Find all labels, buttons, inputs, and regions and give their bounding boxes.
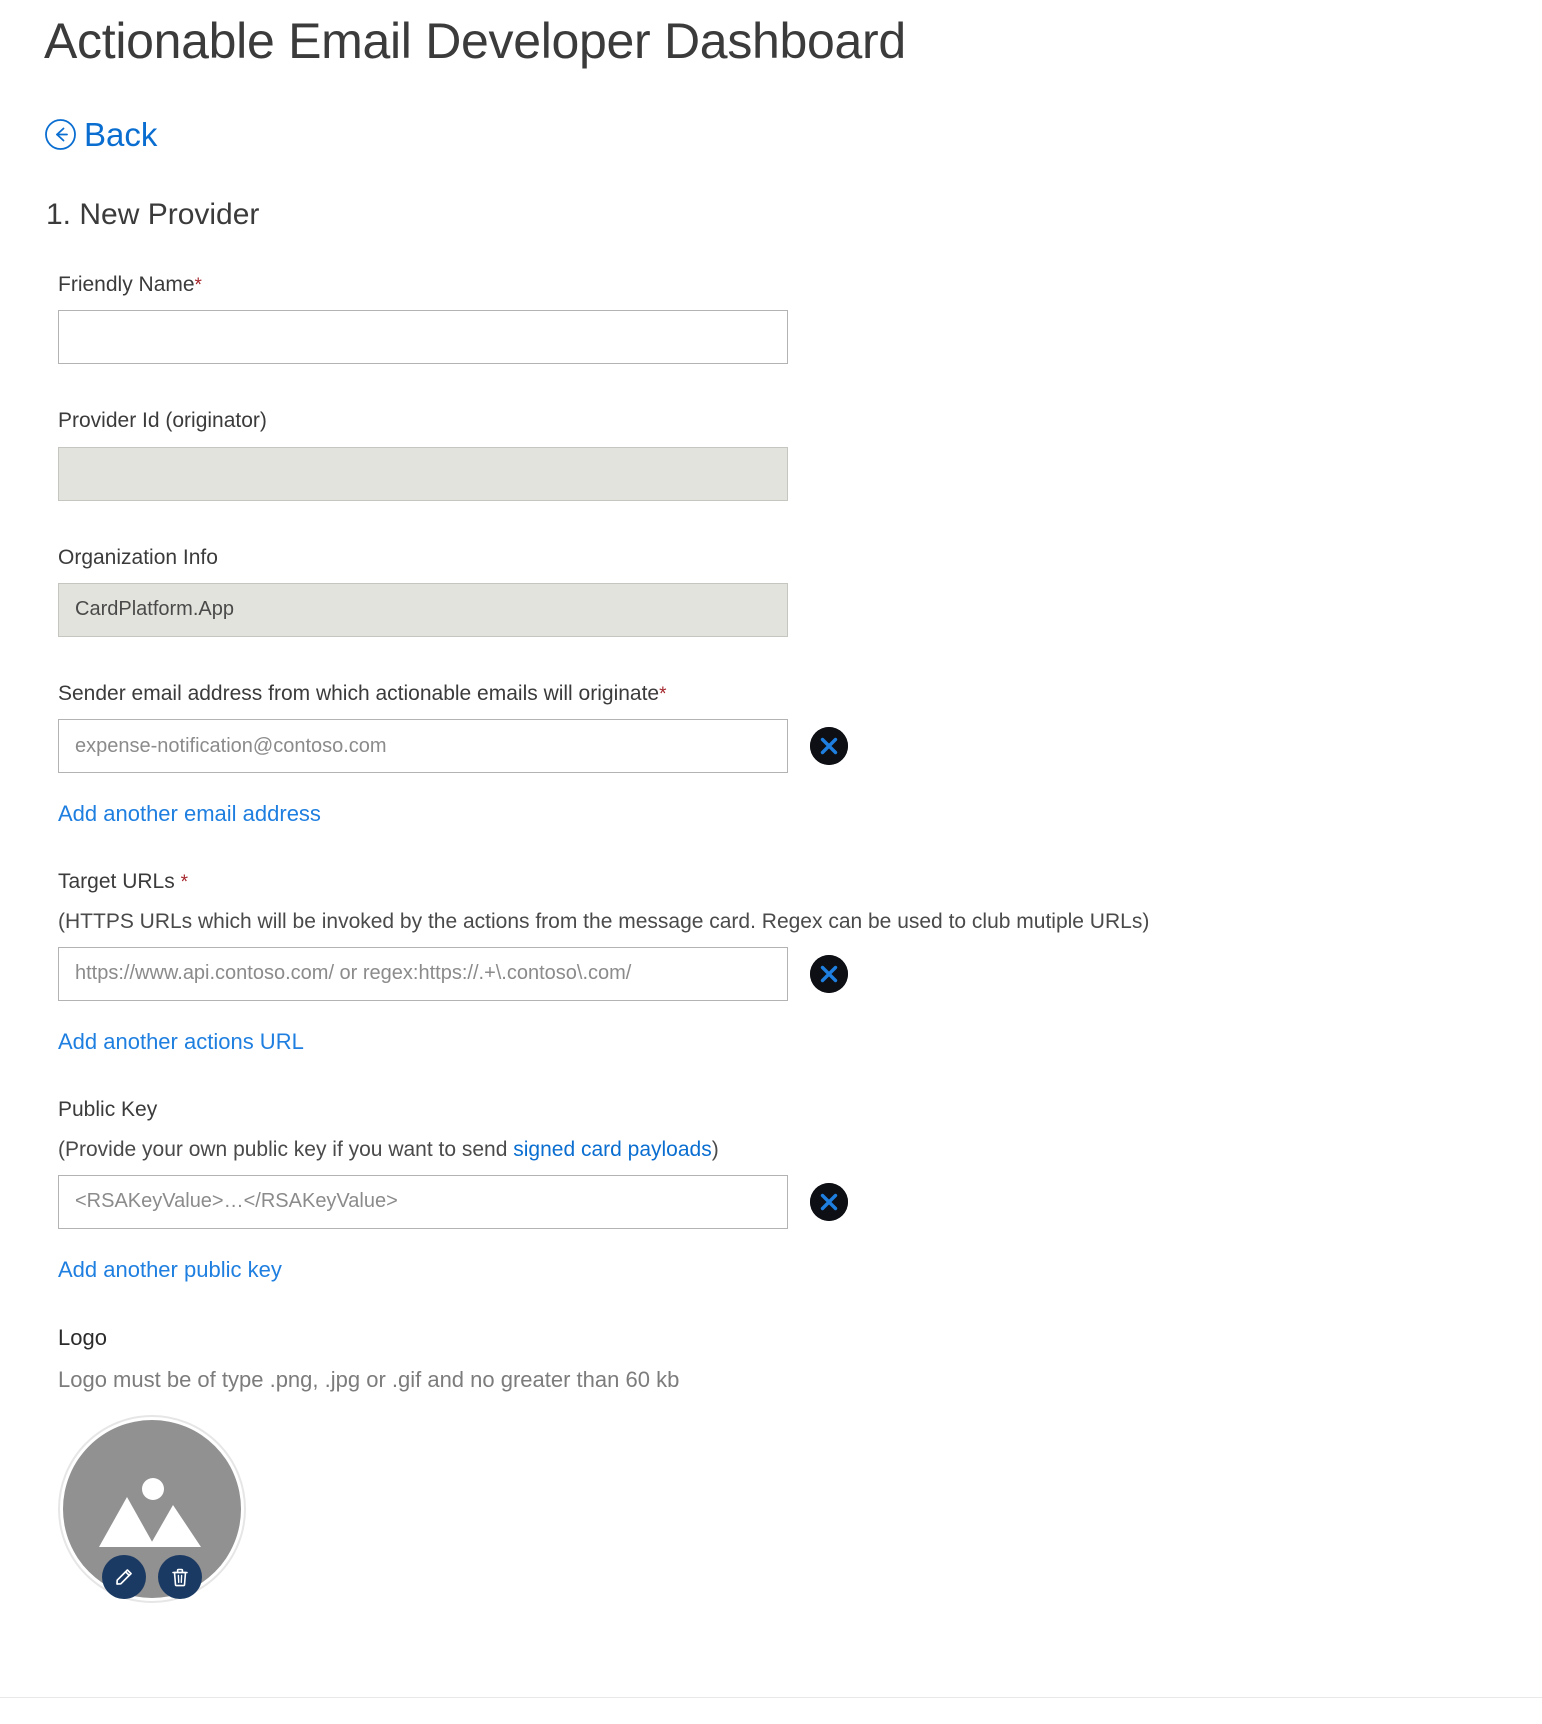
logo-avatar[interactable] (58, 1415, 246, 1604)
logo-note: Logo must be of type .png, .jpg or .gif … (58, 1367, 680, 1393)
organization-info-field-group: Organization Info (58, 545, 1508, 637)
edit-logo-button[interactable] (102, 1555, 146, 1600)
friendly-name-label: Friendly Name* (58, 272, 1508, 298)
add-another-email-link[interactable]: Add another email address (58, 801, 321, 827)
delete-logo-button[interactable] (158, 1555, 202, 1600)
target-urls-field-group: Target URLs * (HTTPS URLs which will be … (58, 869, 1508, 1055)
avatar-action-buttons (102, 1555, 202, 1600)
dashboard-page: Actionable Email Developer Dashboard Bac… (0, 0, 1542, 1724)
friendly-name-field-group: Friendly Name* (58, 272, 1508, 365)
step-title: 1. New Provider (46, 198, 260, 231)
provider-id-field-group: Provider Id (originator) (58, 408, 1508, 501)
target-urls-label-text: Target URLs (58, 870, 175, 894)
page-title: Actionable Email Developer Dashboard (44, 13, 906, 69)
target-urls-note: (HTTPS URLs which will be invoked by the… (58, 909, 1150, 933)
back-link[interactable]: Back (44, 118, 157, 151)
organization-info-label: Organization Info (58, 545, 218, 569)
back-circle-arrow-icon (44, 118, 77, 151)
public-key-field-group: Public Key (Provide your own public key … (58, 1097, 1508, 1283)
signed-card-payloads-link[interactable]: signed card payloads (513, 1138, 711, 1161)
public-key-label: Public Key (58, 1098, 158, 1122)
public-key-input[interactable] (58, 1174, 788, 1229)
bottom-divider (0, 1697, 1542, 1724)
pencil-edit-icon (113, 1566, 135, 1588)
friendly-name-input[interactable] (58, 310, 788, 365)
required-asterisk: * (194, 275, 202, 296)
remove-x-circle-icon (810, 727, 848, 765)
remove-x-circle-icon (810, 1182, 848, 1221)
add-another-public-key-link[interactable]: Add another public key (58, 1257, 282, 1283)
target-urls-label: Target URLs * (58, 869, 1508, 895)
logo-label: Logo (58, 1325, 107, 1351)
target-urls-input-row (58, 946, 1508, 1001)
image-placeholder-icon (97, 1469, 207, 1549)
remove-target-url-button[interactable] (810, 954, 848, 993)
provider-id-label: Provider Id (originator) (58, 409, 267, 433)
organization-info-input[interactable] (58, 582, 788, 637)
trash-delete-icon (169, 1566, 191, 1588)
provider-id-input[interactable] (58, 446, 788, 501)
remove-x-circle-icon (810, 954, 848, 993)
remove-public-key-button[interactable] (810, 1182, 848, 1221)
sender-email-field-group: Sender email address from which actionab… (58, 681, 1508, 828)
friendly-name-label-text: Friendly Name (58, 273, 195, 296)
back-link-label: Back (84, 116, 158, 153)
sender-email-label-text: Sender email address from which actionab… (58, 681, 660, 705)
target-url-input[interactable] (58, 946, 788, 1001)
required-asterisk: * (659, 683, 667, 705)
logo-field-group: Logo Logo must be of type .png, .jpg or … (58, 1325, 1508, 1604)
sender-email-input-row (58, 719, 1508, 773)
public-key-note-before: (Provide your own public key if you want… (58, 1137, 514, 1161)
sender-email-label: Sender email address from which actionab… (58, 681, 1508, 707)
remove-sender-email-button[interactable] (810, 727, 848, 765)
new-provider-form: Friendly Name* Provider Id (originator) … (58, 272, 1508, 1604)
public-key-note-after: ) (711, 1137, 719, 1161)
public-key-input-row (58, 1174, 1508, 1229)
add-another-actions-url-link[interactable]: Add another actions URL (58, 1029, 304, 1055)
sender-email-input[interactable] (58, 719, 788, 773)
public-key-note: (Provide your own public key if you want… (58, 1136, 1508, 1163)
required-asterisk: * (180, 872, 188, 894)
